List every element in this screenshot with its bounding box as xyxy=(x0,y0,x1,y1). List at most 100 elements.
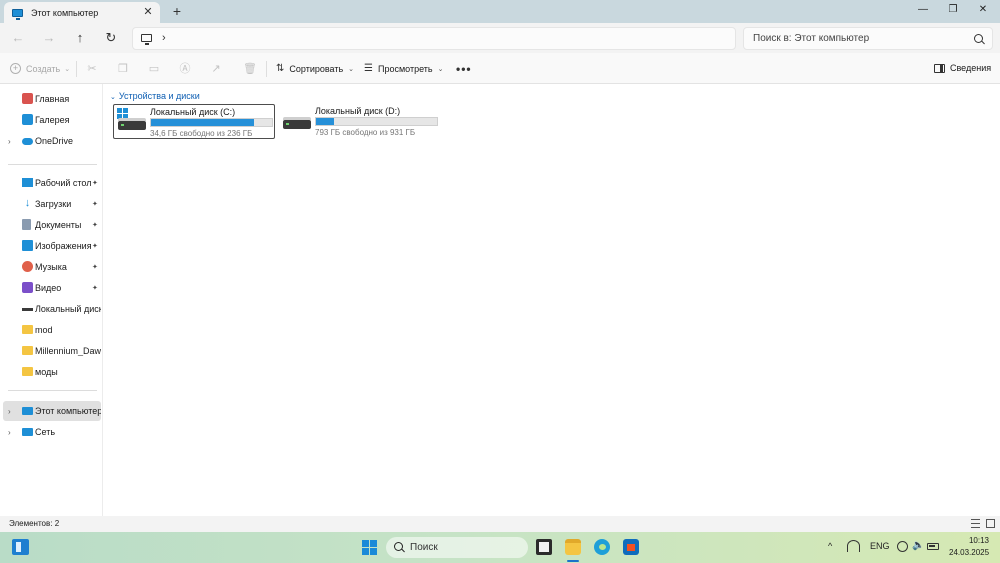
taskbar-search[interactable]: Поиск xyxy=(386,537,528,558)
copy-icon[interactable]: ❐ xyxy=(117,63,129,75)
sidebar-divider xyxy=(8,390,97,391)
file-explorer-icon[interactable] xyxy=(565,539,581,555)
sidebar-item-pictures[interactable]: Изображения ✦ xyxy=(0,236,101,256)
drive-d[interactable]: Локальный диск (D:) 793 ГБ свободно из 9… xyxy=(279,104,441,139)
folder-icon xyxy=(22,325,33,334)
new-button[interactable]: + Создать ⌄ xyxy=(10,63,70,74)
drive-usage-fill xyxy=(316,118,334,125)
drive-free-space: 793 ГБ свободно из 931 ГБ xyxy=(315,128,416,137)
search-placeholder: Поиск в: Этот компьютер xyxy=(753,33,870,44)
more-options-button[interactable]: ••• xyxy=(456,62,472,76)
tab-close-icon[interactable]: ✕ xyxy=(142,6,154,18)
pin-icon[interactable]: ✦ xyxy=(92,200,98,208)
network-globe-icon[interactable] xyxy=(897,541,908,552)
share-icon[interactable]: ↗ xyxy=(210,63,222,75)
chevron-right-icon[interactable]: › xyxy=(8,407,11,416)
plus-icon: + xyxy=(10,63,21,74)
cut-icon[interactable]: ✂ xyxy=(86,63,98,75)
sidebar-item-onedrive[interactable]: › OneDrive xyxy=(0,131,101,151)
clock-date[interactable]: 24.03.2025 xyxy=(949,548,989,557)
close-window-button[interactable]: ✕ xyxy=(968,0,998,22)
tiles-view-icon[interactable] xyxy=(986,519,995,528)
sidebar-item-folder-mody[interactable]: моды xyxy=(0,362,101,382)
view-button[interactable]: ☰ Просмотреть ⌄ xyxy=(364,63,443,74)
command-separator xyxy=(266,61,267,77)
sidebar-item-label: Этот компьютер xyxy=(35,406,101,416)
show-hidden-icons-chevron[interactable]: ^ xyxy=(828,541,832,551)
breadcrumb-chevron-icon[interactable]: › xyxy=(162,32,166,44)
group-header-devices[interactable]: ⌄ Устройства и диски xyxy=(110,91,200,101)
volume-icon[interactable]: 🔈 xyxy=(912,540,924,551)
sidebar-item-label: OneDrive xyxy=(35,136,74,146)
start-button[interactable] xyxy=(362,540,377,555)
sidebar-item-folder-mod[interactable]: mod xyxy=(0,320,101,340)
command-bar: + Создать ⌄ ✂ ❐ ▭ Ⓐ ↗ 🗑 ⇅ Сортировать ⌄ … xyxy=(0,53,1000,84)
wifi-icon[interactable] xyxy=(847,540,860,552)
back-arrow-icon[interactable]: ← xyxy=(10,30,26,46)
sidebar-item-downloads[interactable]: ↓ Загрузки ✦ xyxy=(0,194,101,214)
widgets-icon[interactable] xyxy=(12,539,29,555)
sidebar-item-label: Главная xyxy=(35,94,70,104)
rename-icon[interactable]: Ⓐ xyxy=(179,63,191,75)
pin-icon[interactable]: ✦ xyxy=(92,284,98,292)
sidebar-item-this-pc[interactable]: › Этот компьютер xyxy=(3,401,101,421)
sidebar-item-desktop[interactable]: Рабочий стол ✦ xyxy=(0,173,101,193)
chevron-down-icon: ⌄ xyxy=(110,94,116,101)
sidebar-item-gallery[interactable]: Галерея xyxy=(0,110,101,130)
downloads-icon: ↓ xyxy=(24,197,31,209)
drive-usage-bar xyxy=(150,118,273,127)
address-bar[interactable]: › xyxy=(132,27,736,50)
sidebar-item-home[interactable]: Главная xyxy=(0,89,101,109)
chevron-right-icon[interactable]: › xyxy=(8,428,11,437)
network-icon xyxy=(22,428,33,436)
new-tab-button[interactable]: + xyxy=(170,4,184,18)
sort-icon: ⇅ xyxy=(276,63,285,74)
refresh-icon[interactable]: ↻ xyxy=(103,30,119,46)
chevron-right-icon[interactable]: › xyxy=(8,137,11,146)
drive-c[interactable]: Локальный диск (C:) 34,6 ГБ свободно из … xyxy=(113,104,275,139)
paste-icon[interactable]: ▭ xyxy=(148,63,160,75)
documents-icon xyxy=(22,219,31,230)
hard-drive-icon xyxy=(118,118,146,130)
chevron-down-icon: ⌄ xyxy=(64,65,71,73)
address-row: ← → ↑ ↻ › Поиск в: Этот компьютер xyxy=(0,23,1000,53)
sidebar-item-label: Локальный диск (D:) xyxy=(35,304,101,314)
task-view-icon[interactable] xyxy=(536,539,552,555)
command-separator xyxy=(76,61,77,77)
minimize-button[interactable]: — xyxy=(908,0,938,22)
store-icon[interactable] xyxy=(623,539,639,555)
details-view-icon[interactable] xyxy=(971,519,980,528)
up-arrow-icon[interactable]: ↑ xyxy=(72,30,88,46)
pin-icon[interactable]: ✦ xyxy=(92,221,98,229)
sidebar-item-documents[interactable]: Документы ✦ xyxy=(0,215,101,235)
desktop-icon xyxy=(22,178,33,187)
status-bar: Элементов: 2 xyxy=(0,516,1000,532)
sidebar-item-videos[interactable]: Видео ✦ xyxy=(0,278,101,298)
delete-icon[interactable]: 🗑 xyxy=(243,63,257,75)
folder-icon xyxy=(22,346,33,355)
maximize-button[interactable]: ❐ xyxy=(938,0,968,22)
sidebar-item-music[interactable]: Музыка ✦ xyxy=(0,257,101,277)
sidebar-item-network[interactable]: › Сеть xyxy=(0,422,101,442)
battery-icon[interactable] xyxy=(927,543,939,550)
drive-name: Локальный диск (C:) xyxy=(150,107,236,117)
tab-this-pc[interactable]: Этот компьютер ✕ xyxy=(4,2,160,23)
clock-time[interactable]: 10:13 xyxy=(962,536,989,545)
title-bar: Этот компьютер ✕ + — ❐ ✕ xyxy=(0,0,1000,23)
content-pane: ⌄ Устройства и диски Локальный диск (C:) … xyxy=(104,84,1000,516)
view-label: Просмотреть xyxy=(377,63,433,74)
sort-button[interactable]: ⇅ Сортировать ⌄ xyxy=(276,63,354,74)
details-pane-button[interactable]: Сведения xyxy=(934,63,991,73)
search-input[interactable]: Поиск в: Этот компьютер xyxy=(743,27,993,50)
pin-icon[interactable]: ✦ xyxy=(92,242,98,250)
pin-icon[interactable]: ✦ xyxy=(92,263,98,271)
forward-arrow-icon[interactable]: → xyxy=(41,30,57,46)
drive-name: Локальный диск (D:) xyxy=(315,106,401,116)
pin-icon[interactable]: ✦ xyxy=(92,179,98,187)
edge-browser-icon[interactable] xyxy=(594,539,610,555)
sidebar-item-folder-millennium[interactable]: Millennium_Dawn_4 xyxy=(0,341,101,361)
drive-icon xyxy=(22,308,33,311)
language-indicator[interactable]: ENG xyxy=(870,541,890,551)
sidebar-item-drive-d[interactable]: Локальный диск (D:) xyxy=(0,299,101,319)
drive-usage-bar xyxy=(315,117,438,126)
